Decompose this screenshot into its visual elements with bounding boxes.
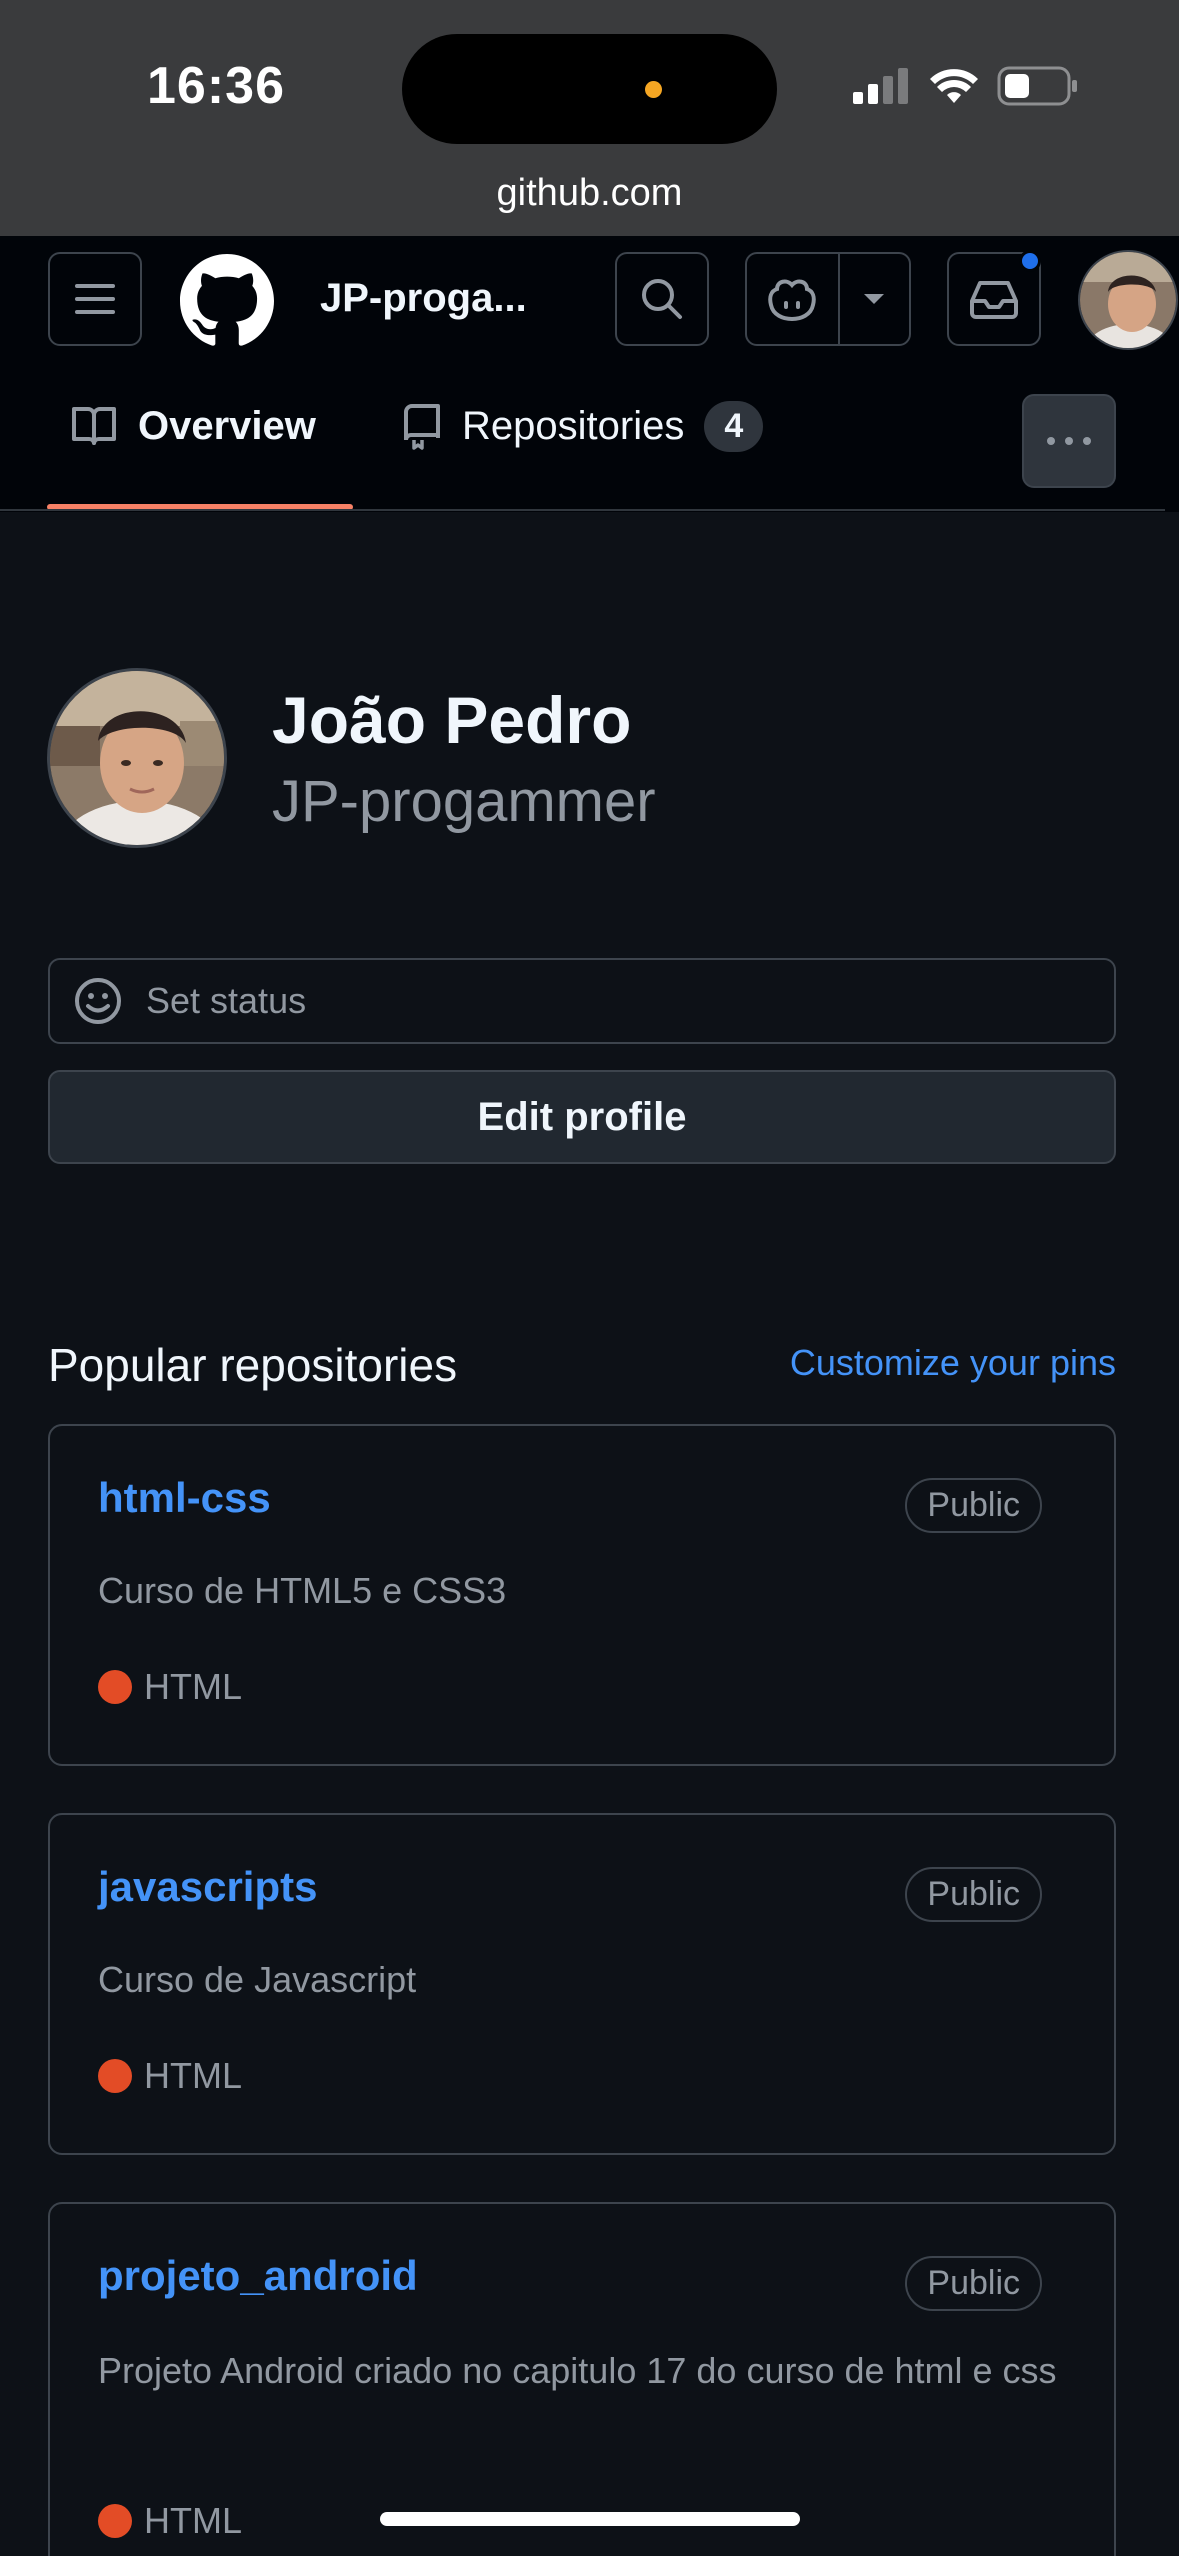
profile-avatar[interactable] bbox=[47, 668, 227, 848]
github-header: JP-proga... Overview Repositories 4 bbox=[0, 236, 1179, 512]
tab-repositories[interactable]: Repositories 4 bbox=[402, 391, 764, 461]
language-color-dot bbox=[98, 2059, 132, 2093]
status-icons bbox=[853, 66, 1079, 106]
inbox-icon bbox=[970, 281, 1018, 319]
repo-language-label: HTML bbox=[144, 1666, 242, 1707]
inbox-button[interactable] bbox=[947, 250, 1041, 346]
profile-name: João Pedro bbox=[272, 683, 632, 757]
repo-language: HTML bbox=[98, 2500, 242, 2542]
hamburger-icon bbox=[75, 284, 115, 314]
kebab-horizontal-icon bbox=[1047, 437, 1091, 445]
search-icon bbox=[642, 279, 682, 319]
tab-overview[interactable]: Overview bbox=[70, 391, 316, 461]
visibility-badge: Public bbox=[905, 1867, 1042, 1922]
tab-repositories-label: Repositories bbox=[462, 403, 685, 448]
search-button[interactable] bbox=[615, 252, 709, 346]
repo-card: html-css Public Curso de HTML5 e CSS3 HT… bbox=[48, 1424, 1116, 1766]
address-bar-url[interactable]: github.com bbox=[0, 172, 1179, 215]
language-color-dot bbox=[98, 2504, 132, 2538]
language-color-dot bbox=[98, 1670, 132, 1704]
copilot-dropdown-button[interactable] bbox=[840, 254, 909, 344]
set-status-label: Set status bbox=[146, 980, 307, 1021]
visibility-badge: Public bbox=[905, 2256, 1042, 2311]
repo-description: Curso de HTML5 e CSS3 bbox=[98, 1570, 507, 1611]
wifi-icon bbox=[930, 69, 978, 103]
copilot-button[interactable] bbox=[747, 254, 840, 344]
book-icon bbox=[72, 407, 116, 445]
tab-overview-label: Overview bbox=[138, 403, 316, 448]
customize-pins-link[interactable]: Customize your pins bbox=[790, 1342, 1116, 1384]
more-options-button[interactable] bbox=[1022, 394, 1116, 488]
profile-username: JP-progammer bbox=[272, 769, 656, 834]
repo-name-link[interactable]: javascripts bbox=[98, 1863, 317, 1911]
mic-indicator-icon bbox=[645, 81, 662, 98]
repo-language-label: HTML bbox=[144, 2500, 242, 2541]
repo-description: Projeto Android criado no capitulo 17 do… bbox=[98, 2350, 1057, 2391]
menu-button[interactable] bbox=[48, 252, 142, 346]
user-avatar[interactable] bbox=[1078, 250, 1178, 350]
github-logo-icon[interactable] bbox=[180, 254, 274, 348]
copilot-icon bbox=[768, 279, 817, 321]
set-status-button[interactable]: Set status bbox=[48, 958, 1116, 1044]
tabs-divider bbox=[0, 509, 1165, 511]
copilot-button-group bbox=[745, 252, 911, 346]
repo-language-label: HTML bbox=[144, 2055, 242, 2096]
repo-language: HTML bbox=[98, 2055, 242, 2097]
profile-context-title[interactable]: JP-proga... bbox=[320, 276, 527, 321]
smiley-icon bbox=[75, 978, 121, 1024]
repo-card: javascripts Public Curso de Javascript H… bbox=[48, 1813, 1116, 2155]
visibility-badge: Public bbox=[905, 1478, 1042, 1533]
repo-icon bbox=[404, 404, 440, 450]
caret-down-icon bbox=[864, 294, 885, 304]
edit-profile-button[interactable]: Edit profile bbox=[48, 1070, 1116, 1164]
popular-repositories-heading: Popular repositories bbox=[48, 1339, 458, 1391]
home-indicator[interactable] bbox=[380, 2512, 800, 2526]
repositories-count-badge: 4 bbox=[704, 400, 764, 452]
dynamic-island bbox=[402, 34, 777, 144]
cellular-signal-icon bbox=[853, 68, 908, 104]
repo-card: projeto_android Public Projeto Android c… bbox=[48, 2202, 1116, 2556]
repo-name-link[interactable]: projeto_android bbox=[98, 2252, 418, 2300]
notification-indicator bbox=[1019, 250, 1041, 272]
repo-name-link[interactable]: html-css bbox=[98, 1474, 271, 1522]
repo-description: Curso de Javascript bbox=[98, 1959, 417, 2000]
repo-language: HTML bbox=[98, 1666, 242, 1708]
status-time: 16:36 bbox=[147, 57, 285, 115]
browser-top-bar: 16:36 github.com bbox=[0, 0, 1179, 236]
battery-icon bbox=[997, 66, 1077, 106]
